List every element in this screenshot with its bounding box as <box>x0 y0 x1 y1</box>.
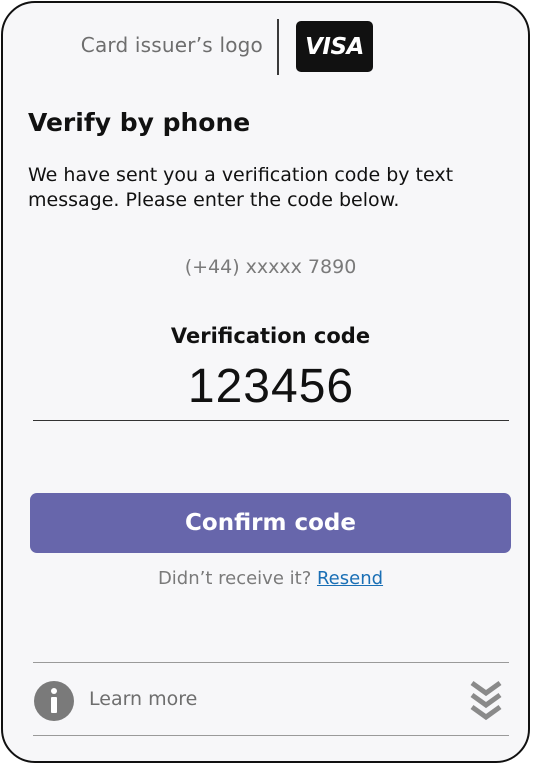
verification-code-input[interactable]: 123456 <box>33 353 509 419</box>
learn-more-label[interactable]: Learn more <box>89 688 197 710</box>
instruction-text: We have sent you a verification code by … <box>28 164 454 211</box>
code-input-underline <box>33 420 509 421</box>
confirm-code-button[interactable]: Confirm code <box>30 493 511 553</box>
footer-divider-top <box>33 662 509 663</box>
resend-row: Didn’t receive it? Resend <box>3 568 535 589</box>
masked-phone-number: (+44) xxxxx 7890 <box>184 256 357 278</box>
verification-panel: Card issuer’s logo VISA Verify by phone … <box>1 1 530 763</box>
logo-divider <box>277 19 279 75</box>
issuer-logo: Card issuer’s logo <box>80 33 263 57</box>
verification-code-label: Verification code <box>170 324 371 348</box>
page-title: Verify by phone <box>28 108 251 137</box>
resend-prompt: Didn’t receive it? <box>157 568 312 589</box>
resend-link[interactable]: Resend <box>317 568 383 589</box>
visa-logo: VISA <box>296 21 373 72</box>
chevron-double-down-icon[interactable] <box>469 677 503 725</box>
footer-divider-bottom <box>33 735 509 736</box>
info-icon[interactable] <box>33 680 75 722</box>
